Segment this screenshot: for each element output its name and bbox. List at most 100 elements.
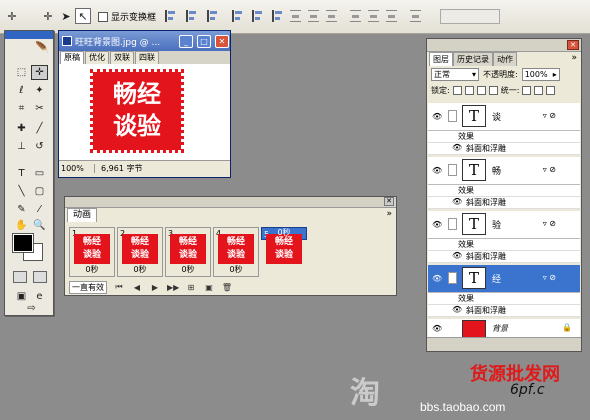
align-left-icon[interactable] <box>232 10 243 22</box>
eye-icon[interactable]: 👁 <box>432 220 442 229</box>
notes-tool-icon[interactable]: ✎ <box>13 202 30 217</box>
feather-icon[interactable]: 🪶 <box>35 41 51 55</box>
rounded-rect-icon[interactable]: ▢ <box>31 184 48 199</box>
layer-effects-row[interactable]: 效果 <box>428 293 580 305</box>
align-vcenter-icon[interactable] <box>186 10 197 22</box>
tab-4up[interactable]: 四联 <box>135 51 159 64</box>
layer-name[interactable]: 背景 <box>492 323 508 334</box>
brush-link-icon[interactable] <box>448 272 457 284</box>
maximize-icon[interactable]: □ <box>197 34 211 48</box>
duplicate-frame-icon[interactable]: ▣ <box>203 283 215 292</box>
layer-row[interactable]: 👁 T 验 ▿ ⊘ <box>428 211 580 239</box>
layer-effects-row[interactable]: 效果 <box>428 131 580 143</box>
eye-icon[interactable]: 👁 <box>452 143 462 152</box>
play-icon[interactable]: ▶ <box>149 283 161 292</box>
animation-titlebar[interactable]: ✕ <box>65 197 396 208</box>
layer-row[interactable]: 👁 T 谈 ▿ ⊘ <box>428 103 580 131</box>
tab-optimized[interactable]: 优化 <box>85 51 109 64</box>
eye-icon[interactable]: 👁 <box>432 112 442 121</box>
frame-delay[interactable]: 0秒 <box>214 264 258 275</box>
document-titlebar[interactable]: 旺旺背景图.jpg @ ... _ □ ✕ <box>59 31 230 51</box>
layer-name[interactable]: 谈 <box>492 110 501 123</box>
tab-layers[interactable]: 图层 <box>429 52 453 66</box>
layer-name[interactable]: 畅 <box>492 164 501 177</box>
auto-select-icon[interactable]: ↖ <box>75 8 91 24</box>
blend-mode-select[interactable]: 正常 ▾ <box>431 68 479 81</box>
frame-delay[interactable]: 0秒 <box>262 227 306 238</box>
animation-frame-4[interactable]: 4 畅经 谈验 0秒 <box>213 227 259 277</box>
healing-brush-icon[interactable]: ✚ <box>13 121 30 136</box>
hand-tool-icon[interactable]: ✋ <box>13 218 30 233</box>
bevel-effect-row[interactable]: 👁 斜面和浮雕 <box>428 251 580 263</box>
layer-link-icon[interactable] <box>448 218 457 230</box>
zoom-tool-icon[interactable]: 🔍 <box>31 218 48 233</box>
animation-frame-1[interactable]: 1 畅经 谈验 0秒 <box>69 227 115 277</box>
layer-effects-row[interactable]: 效果 <box>428 185 580 197</box>
marquee-tool-icon[interactable]: ⬚ <box>13 65 30 80</box>
foreground-color-swatch[interactable] <box>12 233 34 253</box>
standard-mode-icon[interactable] <box>13 271 27 283</box>
bevel-effect-row[interactable]: 👁 斜面和浮雕 <box>428 197 580 209</box>
frame-delay[interactable]: 0秒 <box>118 264 162 275</box>
magic-wand-icon[interactable]: ✦ <box>31 83 48 98</box>
opacity-input[interactable]: 100% ▸ <box>521 68 560 81</box>
tab-original[interactable]: 原稿 <box>60 51 84 64</box>
lock-transparency-icon[interactable] <box>452 86 462 95</box>
fx-icon[interactable]: ▿ ⊘ <box>543 165 556 174</box>
quickmask-mode-icon[interactable] <box>33 271 47 283</box>
frame-delay[interactable]: 0秒 <box>166 264 210 275</box>
minimize-icon[interactable]: _ <box>179 34 193 48</box>
fx-icon[interactable]: ▿ ⊘ <box>543 111 556 120</box>
align-bottom-icon[interactable] <box>207 10 218 22</box>
toolbox-titlebar[interactable] <box>5 31 53 39</box>
close-icon[interactable]: ✕ <box>384 197 394 206</box>
layer-name[interactable]: 验 <box>492 218 501 231</box>
zoom-level[interactable]: 100% <box>59 163 95 173</box>
jump-to-icon[interactable]: ⇨ <box>23 301 40 316</box>
next-frame-icon[interactable]: ▶▶ <box>167 283 179 292</box>
fx-icon[interactable]: ▿ ⊘ <box>543 219 556 228</box>
path-select-icon[interactable]: ╲ <box>13 184 30 199</box>
auto-align-icon[interactable] <box>410 10 421 22</box>
eye-icon[interactable]: 👁 <box>432 166 442 175</box>
palette-menu-icon[interactable]: » <box>571 53 577 63</box>
move-tool-preset-icon[interactable]: ✛ <box>40 8 56 24</box>
tween-icon[interactable]: ⊞ <box>185 283 197 292</box>
distribute-right-icon[interactable] <box>386 10 397 22</box>
layer-row[interactable]: 👁 T 畅 ▿ ⊘ <box>428 157 580 185</box>
layer-row-background[interactable]: 👁 背景 🔒 <box>428 319 580 339</box>
align-right-icon[interactable] <box>272 10 283 22</box>
align-hcenter-icon[interactable] <box>252 10 263 22</box>
arrow-icon[interactable]: ➤ <box>58 8 74 24</box>
tab-actions[interactable]: 动作 <box>493 52 517 66</box>
palette-menu-icon[interactable]: » <box>386 209 392 219</box>
prev-frame-icon[interactable]: ◀ <box>131 283 143 292</box>
move-tool-icon[interactable]: ✛ <box>31 65 48 80</box>
lasso-tool-icon[interactable]: ℓ <box>13 83 30 98</box>
animation-frame-5[interactable]: 5 畅经 谈验 0秒 <box>261 227 307 264</box>
bevel-effect-row[interactable]: 👁 斜面和浮雕 <box>428 143 580 155</box>
brush-tool-icon[interactable]: ╱ <box>31 121 48 136</box>
layer-row-selected[interactable]: 👁 T 经 ▿ ⊘ <box>428 265 580 293</box>
tab-history[interactable]: 历史记录 <box>453 52 493 66</box>
eye-icon[interactable]: 👁 <box>452 197 462 206</box>
delete-frame-icon[interactable]: 🗑 <box>221 283 233 292</box>
align-top-icon[interactable] <box>165 10 176 22</box>
distribute-vcenter-icon[interactable] <box>308 10 319 22</box>
document-canvas[interactable]: 畅经 谈验 <box>59 64 230 160</box>
tab-2up[interactable]: 双联 <box>110 51 134 64</box>
layer-link-icon[interactable] <box>448 164 457 176</box>
first-frame-icon[interactable]: ⏮ <box>113 282 125 292</box>
shape-tool-icon[interactable]: ▭ <box>31 166 48 181</box>
animation-frame-2[interactable]: 2 畅经 谈验 0秒 <box>117 227 163 277</box>
eye-icon[interactable]: 👁 <box>432 274 442 283</box>
layer-effects-row[interactable]: 效果 <box>428 239 580 251</box>
animation-frame-3[interactable]: 3 畅经 谈验 0秒 <box>165 227 211 277</box>
distribute-top-icon[interactable] <box>290 10 301 22</box>
layer-link-icon[interactable] <box>448 110 457 122</box>
bevel-effect-row[interactable]: 👁 斜面和浮雕 <box>428 305 580 317</box>
eyedropper-icon[interactable]: ⁄ <box>31 202 48 217</box>
workspace-select[interactable] <box>440 9 500 24</box>
layers-titlebar[interactable]: ✕ <box>427 39 581 52</box>
unify-style-icon[interactable] <box>546 86 556 95</box>
